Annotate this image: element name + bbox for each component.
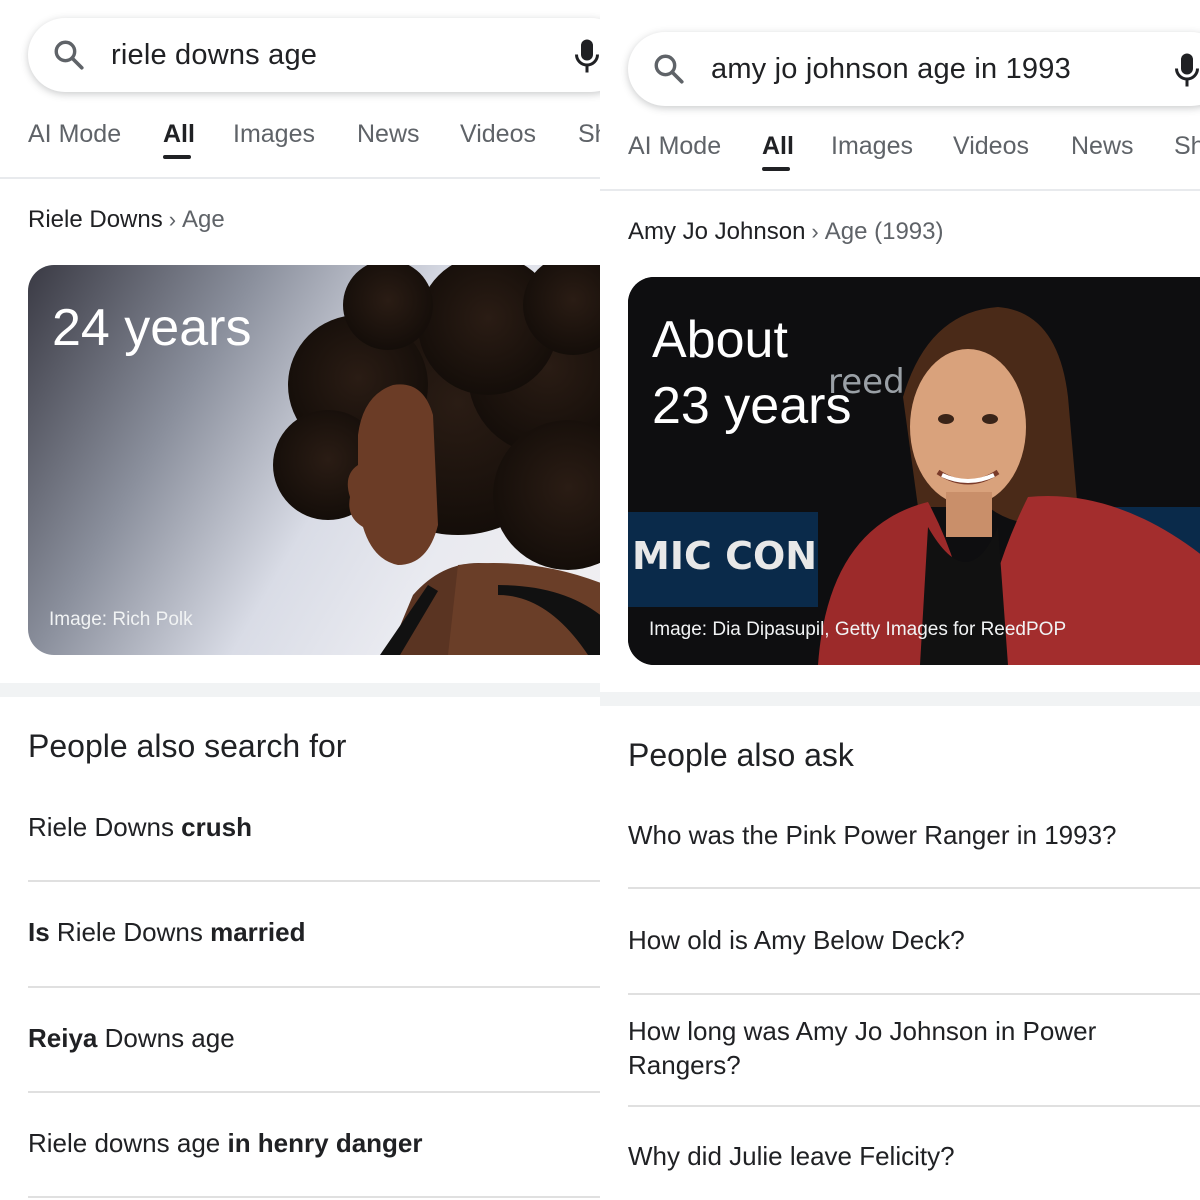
left-results-panel: riele downs age AI Mode All Images News … [0,0,600,1200]
search-icon[interactable] [652,52,686,86]
search-bar[interactable]: riele downs age [28,18,600,92]
search-bar[interactable]: amy jo johnson age in 1993 [628,32,1200,106]
answer-card[interactable]: MIC CON reed About 23 years Image: Dia D… [628,277,1200,665]
chevron-right-icon: › [811,219,819,244]
answer-prefix: About [652,311,788,369]
suggestion-text: Riele Downs [49,917,211,947]
related-search-item[interactable]: Reiya Downs age [28,1021,600,1055]
microphone-icon[interactable] [572,38,600,74]
breadcrumb: Riele Downs › Age [28,206,225,234]
tab-all[interactable]: All [163,120,195,149]
tab-all[interactable]: All [762,132,794,161]
breadcrumb: Amy Jo Johnson › Age (1993) [628,218,944,246]
divider [600,189,1200,191]
section-title: People also ask [628,737,854,773]
tab-news[interactable]: News [357,120,420,149]
breadcrumb-entity[interactable]: Riele Downs [28,206,163,233]
search-input[interactable]: amy jo johnson age in 1993 [711,53,1071,86]
tab-videos[interactable]: Videos [460,120,536,149]
item-divider [628,993,1200,995]
related-search-item[interactable]: Is Riele Downs married [28,915,600,949]
answer-card[interactable]: 24 years Image: Rich Polk [28,265,600,655]
tab-ai-mode[interactable]: AI Mode [28,120,121,149]
question-item[interactable]: Who was the Pink Power Ranger in 1993? [628,818,1200,852]
suggestion-text: Riele downs age [28,1128,228,1158]
item-divider [28,1091,600,1093]
suggestion-text: Downs age [97,1023,235,1053]
search-tabs: AI Mode All Images News Videos Sh [0,108,600,168]
section-separator [0,683,600,697]
suggestion-highlight: Is [28,917,50,947]
tab-shopping[interactable]: Sh [1174,132,1200,161]
item-divider [28,986,600,988]
section-separator [600,692,1200,706]
answer-value: About 23 years [652,307,851,439]
image-credit: Image: Dia Dipasupil, Getty Images for R… [649,619,1067,640]
tab-images[interactable]: Images [831,132,913,161]
divider [0,177,600,179]
item-divider [628,887,1200,889]
related-search-item[interactable]: Riele downs age in henry danger [28,1126,600,1160]
breadcrumb-attribute: Age [182,206,225,233]
item-divider [28,880,600,882]
search-icon[interactable] [52,38,86,72]
suggestion-highlight: Reiya [28,1023,98,1053]
suggestion-highlight: in henry danger [227,1128,423,1158]
question-item[interactable]: How old is Amy Below Deck? [628,923,1200,957]
answer-years: 23 years [652,377,852,435]
search-input[interactable]: riele downs age [111,39,317,72]
item-divider [628,1105,1200,1107]
active-tab-indicator [762,167,790,171]
suggestion-highlight: crush [181,812,252,842]
right-results-panel: amy jo johnson age in 1993 AI Mode All I… [600,0,1200,1200]
question-item[interactable]: Why did Julie leave Felicity? [628,1139,1200,1173]
image-credit: Image: Rich Polk [49,609,193,630]
tab-videos[interactable]: Videos [953,132,1029,161]
tab-news[interactable]: News [1071,132,1134,161]
active-tab-indicator [163,155,191,159]
tab-ai-mode[interactable]: AI Mode [628,132,721,161]
tab-shopping[interactable]: Sh [578,120,600,149]
answer-value: 24 years [52,299,252,357]
backdrop-banner-text: MIC CON [632,534,817,578]
breadcrumb-entity[interactable]: Amy Jo Johnson [628,218,805,245]
tab-images[interactable]: Images [233,120,315,149]
related-search-item[interactable]: Riele Downs crush [28,810,600,844]
breadcrumb-attribute: Age (1993) [824,218,944,245]
item-divider [28,1196,600,1198]
microphone-icon[interactable] [1172,52,1200,88]
search-tabs: AI Mode All Images Videos News Sh [600,120,1200,180]
suggestion-text: Riele Downs [28,812,182,842]
question-item[interactable]: How long was Amy Jo Johnson in Power Ran… [628,1014,1200,1082]
section-title: People also search for [28,728,347,764]
suggestion-highlight: married [210,917,306,947]
chevron-right-icon: › [168,207,177,232]
